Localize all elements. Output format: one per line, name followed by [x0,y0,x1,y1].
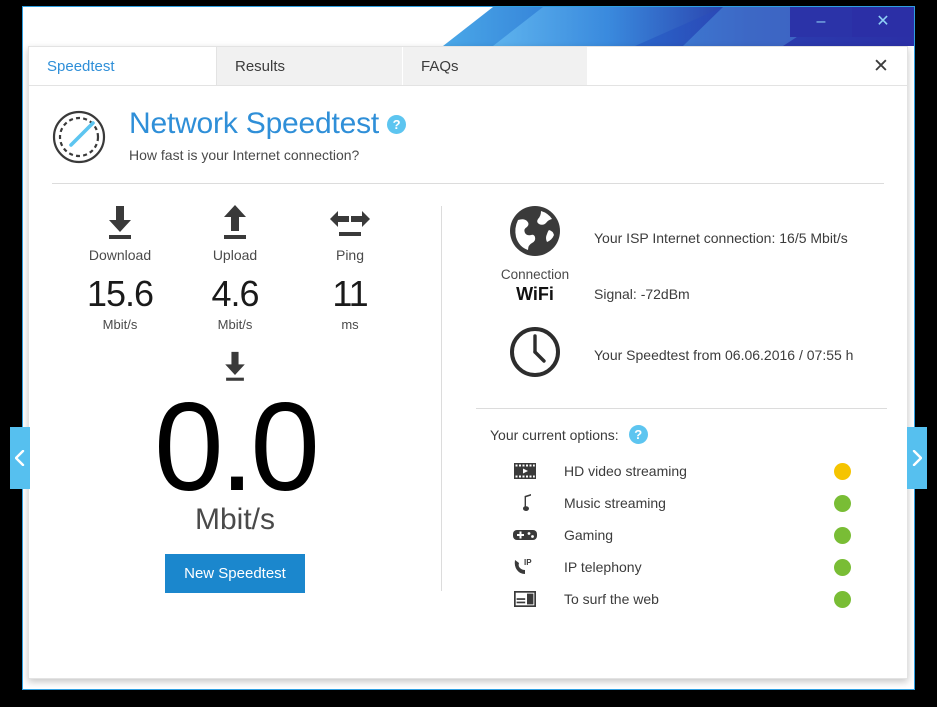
metric-value: 11 [332,273,368,314]
body-columns: Download 15.6 Mbit/s Upload 4.6 Mbit/s P… [29,184,907,639]
speedometer-gauge-icon [52,110,106,164]
status-badge [834,462,851,480]
globe-icon [510,206,560,256]
metric-value: 15.6 [86,273,154,314]
browser-window-icon [502,591,548,607]
options-list: HD video streaming Music streaming Gamin… [442,455,907,615]
metric-row: Download 15.6 Mbit/s Upload 4.6 Mbit/s P… [29,202,441,332]
screen: – ✕ Speedtest Results FAQs ✕ Network Spe… [0,0,937,707]
page-title: Network Speedtest [129,107,380,140]
window-controls: – ✕ [790,7,914,37]
option-label: Gaming [564,527,614,543]
metric-ping: Ping 11 ms [293,202,408,332]
right-column: Connection WiFi Your ISP Internet connec… [442,184,907,639]
status-badge [834,558,851,576]
status-badge [834,494,851,512]
help-icon[interactable]: ? [387,114,407,134]
metric-value: 4.6 [211,273,259,314]
live-readout: 0.0 Mbit/s New Speedtest [29,350,441,593]
film-strip-icon [502,463,548,479]
window-title-bar: – ✕ [23,7,914,46]
music-note-icon [502,494,548,512]
timestamp-row: Your Speedtest from 06.06.2016 / 07:55 h [476,325,887,384]
live-speed-value: 0.0 [154,378,320,517]
status-badge [834,590,851,608]
tab-label: Results [235,57,286,75]
page-subtitle: How fast is your Internet connection? [129,147,360,163]
isp-connection-text: Your ISP Internet connection: 16/5 Mbit/… [594,230,848,246]
page-header: Network Speedtest? How fast is your Inte… [29,86,907,165]
connection-info-block: Connection WiFi Your ISP Internet connec… [442,204,907,384]
new-speedtest-button[interactable]: New Speedtest [165,554,305,593]
chevron-left-icon [15,450,25,466]
option-label: IP telephony [564,559,642,575]
option-label: Music streaming [564,495,666,511]
ping-double-arrow-icon [293,202,408,242]
tab-label: Speedtest [47,57,115,75]
live-speed-unit: Mbit/s [194,503,275,536]
metric-download: Download 15.6 Mbit/s [63,202,178,332]
ip-phone-icon: IP [502,558,548,576]
app-window: – ✕ Speedtest Results FAQs ✕ Network Spe… [22,6,915,690]
header-text-group: Network Speedtest? How fast is your Inte… [129,105,407,163]
panel-close-button[interactable]: ✕ [855,47,907,85]
minimize-button[interactable]: – [790,7,852,37]
metric-label: Ping [335,247,365,263]
connection-row: Connection WiFi Your ISP Internet connec… [476,204,887,305]
clock-icon [510,327,560,377]
options-header-label: Your current options: [490,426,619,443]
metric-upload: Upload 4.6 Mbit/s [178,202,293,332]
connection-caption: Connection [500,267,570,282]
metric-label: Download [88,247,152,263]
metric-unit: Mbit/s [217,317,253,332]
option-row: Music streaming [502,487,851,519]
option-row: HD video streaming [502,455,851,487]
status-badge [834,526,851,544]
metric-unit: ms [341,317,359,332]
connection-type-value: WiFi [516,284,554,304]
close-icon: ✕ [876,13,890,30]
left-column: Download 15.6 Mbit/s Upload 4.6 Mbit/s P… [29,184,441,639]
metric-label: Upload [212,247,258,263]
option-row: Gaming [502,519,851,551]
option-label: HD video streaming [564,463,687,479]
gamepad-icon [502,528,548,542]
speedtest-timestamp-text: Your Speedtest from 06.06.2016 / 07:55 h [594,347,854,363]
option-label: To surf the web [564,591,659,607]
help-icon[interactable]: ? [628,425,648,444]
connection-icon-group: Connection WiFi [476,204,594,305]
tab-faqs[interactable]: FAQs [403,47,588,85]
timestamp-icon-group [476,325,594,384]
tab-speedtest[interactable]: Speedtest [29,47,217,85]
minimize-icon: – [816,13,826,30]
chevron-right-icon [912,450,922,466]
options-header: Your current options: ? [442,409,907,444]
option-row: IP IP telephony [502,551,851,583]
tab-results[interactable]: Results [217,47,403,85]
svg-text:IP: IP [524,558,532,567]
metric-unit: Mbit/s [102,317,138,332]
signal-strength-text: Signal: -72dBm [594,286,690,302]
upload-arrow-icon [178,202,293,242]
carousel-prev-button[interactable] [10,427,30,489]
option-row: To surf the web [502,583,851,615]
tab-strip: Speedtest Results FAQs ✕ [29,47,907,86]
download-arrow-icon [63,202,178,242]
close-icon: ✕ [873,55,889,77]
window-close-button[interactable]: ✕ [852,7,914,37]
carousel-next-button[interactable] [907,427,927,489]
tab-label: FAQs [421,57,459,75]
title-bar-decoration [443,7,914,46]
content-card: Speedtest Results FAQs ✕ Network Speedte… [28,46,908,679]
